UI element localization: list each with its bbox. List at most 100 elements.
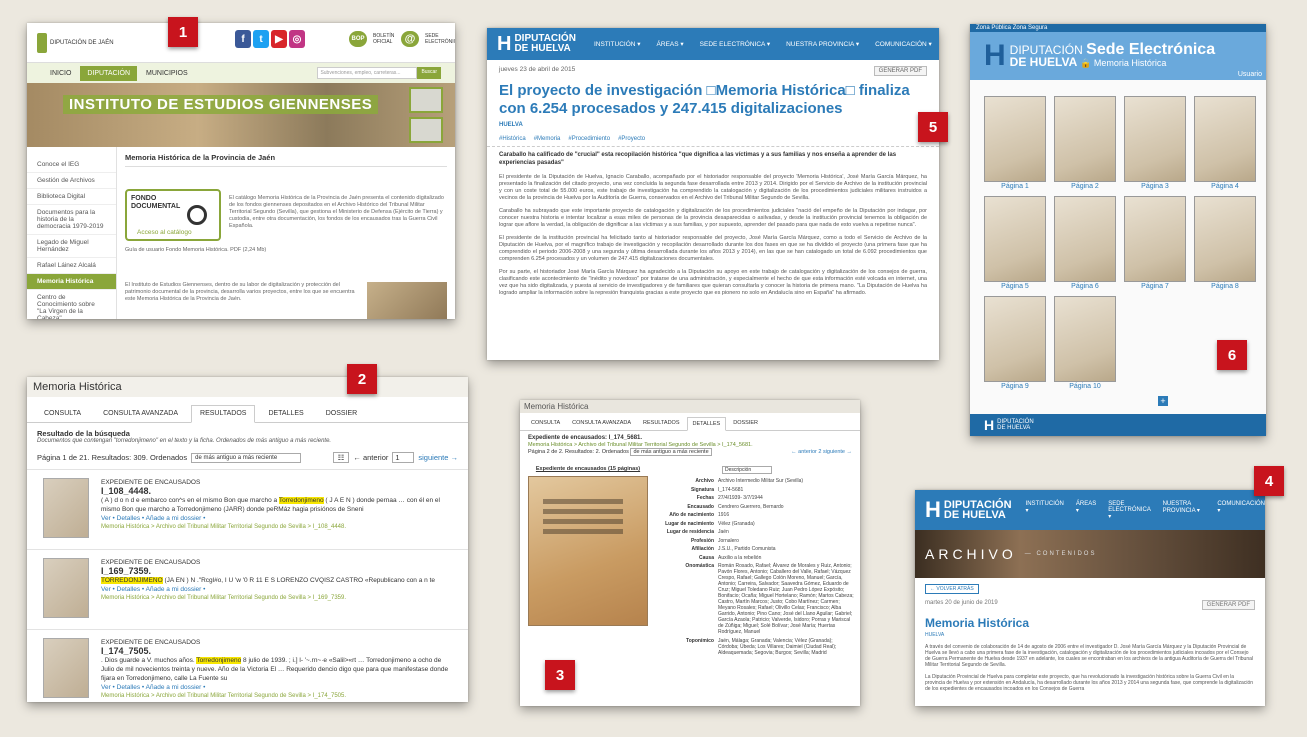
menu-item[interactable]: INSTITUCIÓN ▾: [1026, 501, 1064, 520]
search-button[interactable]: Buscar: [417, 67, 441, 79]
app-title: Memoria Histórica: [27, 377, 468, 397]
page-thumb[interactable]: Página 5: [984, 196, 1046, 290]
guide-link[interactable]: Guía de usuario Fondo Memoria Histórica.…: [125, 247, 447, 254]
fondo-access-link[interactable]: Acceso al catálogo: [137, 229, 192, 237]
description-select[interactable]: Descripción: [722, 466, 772, 474]
nav-diputacion[interactable]: DIPUTACIÓN: [80, 65, 138, 81]
menu-item[interactable]: COMUNICACIÓN ▾: [1217, 501, 1265, 520]
sede-label: SEDE ELECTRÓNICA: [425, 33, 455, 45]
result-thumbnail[interactable]: [43, 558, 89, 618]
hashtag[interactable]: #Histórica: [499, 136, 526, 142]
portrait-1[interactable]: [409, 87, 443, 113]
tab-consulta-avanzada[interactable]: CONSULTA AVANZADA: [94, 405, 187, 422]
zone-bar[interactable]: Zona Pública Zona Segura: [970, 24, 1266, 32]
result-thumbnail[interactable]: [43, 478, 89, 538]
menu-item[interactable]: ÁREAS ▾: [1076, 501, 1096, 520]
youtube-icon[interactable]: ▶: [271, 30, 287, 48]
plus-icon[interactable]: +: [1158, 396, 1168, 406]
menu-item[interactable]: COMUNICACIÓN ▾: [875, 40, 932, 48]
tab-detalles[interactable]: DETALLES: [686, 417, 727, 431]
sidebar-item[interactable]: Conoce el IEG: [27, 157, 116, 173]
sidebar-item[interactable]: Centro de Conocimiento sobre "La Virgen …: [27, 290, 116, 319]
location-tag[interactable]: HUELVA: [487, 118, 939, 132]
pdf-button[interactable]: GENERAR PDF: [873, 66, 927, 76]
sidebar-item-memoria[interactable]: Memoria Histórica: [27, 274, 116, 290]
tab-consulta[interactable]: CONSULTA: [526, 417, 565, 430]
fondo-documental-card[interactable]: FONDO DOCUMENTAL Acceso al catálogo: [125, 189, 221, 241]
field-row: Causa Auxilio a la rebelión: [698, 554, 762, 561]
location-tag[interactable]: HUELVA: [925, 632, 1255, 638]
result-ref[interactable]: I_108_4448.: [101, 487, 452, 496]
menu-item[interactable]: NUESTRA PROVINCIA ▾: [786, 40, 859, 48]
hashtag[interactable]: #Memoria: [534, 136, 561, 142]
result-path[interactable]: Memoria Histórica > Archivo del Tribunal…: [101, 594, 435, 603]
diputacion-huelva-logo[interactable]: H DIPUTACIÓN DE HUELVA: [925, 497, 1012, 523]
menu-item[interactable]: NUESTRA PROVINCIA ▾: [1163, 501, 1206, 520]
sidebar-item[interactable]: Biblioteca Digital: [27, 189, 116, 205]
page-thumb[interactable]: Página 6: [1054, 196, 1116, 290]
menu-item[interactable]: SEDE ELECTRÓNICA ▾: [700, 40, 770, 48]
pdf-button[interactable]: GENERAR PDF: [1201, 600, 1255, 610]
tab-dossier[interactable]: DOSSIER: [728, 417, 763, 430]
instagram-icon[interactable]: ◎: [289, 30, 305, 48]
sidebar-item[interactable]: Documentos para la historia de la democr…: [27, 205, 116, 235]
tab-resultados[interactable]: RESULTADOS: [191, 405, 256, 423]
tab-resultados[interactable]: RESULTADOS: [638, 417, 684, 430]
tab-dossier[interactable]: DOSSIER: [317, 405, 367, 422]
page-thumb[interactable]: Página 1: [984, 96, 1046, 190]
page-thumb[interactable]: Página 2: [1054, 96, 1116, 190]
tab-consulta-avanzada[interactable]: CONSULTA AVANZADA: [567, 417, 636, 430]
result-path[interactable]: Memoria Histórica > Archivo del Tribunal…: [101, 692, 452, 701]
magnifier-icon: [187, 205, 207, 225]
user-link[interactable]: Usuario: [1238, 71, 1262, 78]
page-thumb[interactable]: Página 3: [1124, 96, 1186, 190]
page-thumb[interactable]: Página 7: [1124, 196, 1186, 290]
prev-link[interactable]: ← anterior: [353, 453, 388, 462]
menu-item[interactable]: INSTITUCIÓN ▾: [594, 40, 641, 48]
intro-text: El Instituto de Estudios Giennenses, den…: [125, 282, 355, 302]
search-input[interactable]: Subvenciones, empleo, carreteras...: [317, 67, 418, 79]
pager: Página 1 de 21. Resultados: 309. Ordenad…: [27, 450, 468, 469]
record-pager: Página 2 de 2. Resultados: 2. Ordenados …: [528, 448, 852, 456]
bop-badge[interactable]: BOP: [349, 31, 367, 47]
facebook-icon[interactable]: f: [235, 30, 251, 48]
record-nav[interactable]: ← anterior 2 siguiente →: [791, 449, 852, 456]
nav-inicio[interactable]: INICIO: [43, 66, 78, 81]
view-toggle-icon[interactable]: ☷: [332, 452, 350, 463]
menu-item[interactable]: SEDE ELECTRÓNICA ▾: [1108, 501, 1150, 520]
page-thumb[interactable]: Página 9: [984, 296, 1046, 390]
result-ref[interactable]: I_174_7505.: [101, 647, 452, 656]
section-title: ARCHIVO: [925, 546, 1017, 562]
sidebar-item[interactable]: Rafael Láinez Alcalá: [27, 258, 116, 274]
menu-item[interactable]: ÁREAS ▾: [657, 40, 684, 48]
diputacion-huelva-logo[interactable]: H DIPUTACIÓN DE HUELVA: [497, 33, 576, 56]
page-thumb[interactable]: Página 8: [1194, 196, 1256, 290]
result-actions[interactable]: Ver • Detalles • Añade a mi dossier •: [101, 585, 435, 594]
page-thumb[interactable]: Página 10: [1054, 296, 1116, 390]
portrait-2[interactable]: [409, 117, 443, 143]
sidebar-item[interactable]: Legado de Miguel Hernández: [27, 235, 116, 258]
tab-consulta[interactable]: CONSULTA: [35, 405, 90, 422]
order-select[interactable]: de más antiguo a más reciente: [191, 452, 302, 463]
hashtag[interactable]: #Procedimiento: [568, 136, 610, 142]
twitter-icon[interactable]: t: [253, 30, 269, 48]
sede-icon[interactable]: @: [401, 31, 419, 47]
document-image[interactable]: [528, 476, 648, 626]
tab-detalles[interactable]: DETALLES: [259, 405, 312, 422]
page-thumb[interactable]: Página 4: [1194, 96, 1256, 190]
result-ref[interactable]: I_169_7359.: [101, 567, 435, 576]
hashtag[interactable]: #Proyecto: [618, 136, 645, 142]
next-link[interactable]: siguiente →: [418, 453, 458, 462]
order-select[interactable]: de más antiguo a más reciente: [630, 448, 712, 456]
paragraph: Por su parte, el historiador José María …: [499, 269, 927, 296]
result-actions[interactable]: Ver • Detalles • Añade a mi dossier •: [101, 514, 452, 523]
nav-municipios[interactable]: MUNICIPIOS: [139, 66, 195, 81]
diputacion-jaen-logo[interactable]: DIPUTACIÓN DE JAÉN: [37, 33, 114, 53]
result-path[interactable]: Memoria Histórica > Archivo del Tribunal…: [101, 523, 452, 532]
result-actions[interactable]: Ver • Detalles • Añade a mi dossier •: [101, 683, 452, 692]
result-thumbnail[interactable]: [43, 638, 89, 698]
back-button[interactable]: ← VOLVER ATRÁS: [925, 584, 979, 594]
banner-title: INSTITUTO DE ESTUDIOS GIENNENSES: [63, 95, 379, 114]
sidebar-item[interactable]: Gestión de Archivos: [27, 173, 116, 189]
page-input[interactable]: 1: [392, 452, 415, 463]
